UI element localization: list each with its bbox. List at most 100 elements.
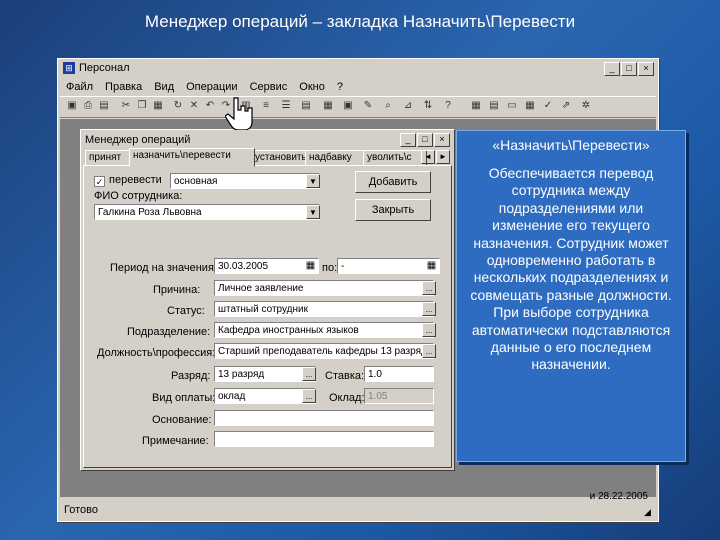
note-label: Примечание:	[142, 435, 209, 447]
menu-view[interactable]: Вид	[154, 79, 174, 95]
copy-icon[interactable]: ❐	[136, 100, 148, 112]
grid-icon[interactable]: ▦	[470, 100, 482, 112]
help-icon[interactable]: ?	[442, 100, 454, 112]
add-button[interactable]: Добавить	[355, 171, 431, 193]
format-icon[interactable]: ▤	[300, 100, 312, 112]
rate-field[interactable]: 1.0	[364, 366, 434, 382]
status-text: Готово	[64, 504, 98, 516]
dialog-close-button[interactable]: ×	[434, 133, 450, 147]
reason-field[interactable]: Личное заявление	[214, 280, 434, 296]
menu-edit[interactable]: Правка	[105, 79, 142, 95]
resize-grip-icon[interactable]: ◢	[644, 507, 654, 517]
dialog-titlebar: Менеджер операций _ □ ×	[83, 132, 452, 148]
fio-select[interactable]: Галкина Роза Львовна	[94, 204, 320, 220]
paste-icon[interactable]: ▦	[152, 100, 164, 112]
grade-label: Разряд:	[171, 370, 211, 382]
tab-bonus[interactable]: надбавку	[305, 150, 367, 166]
paytype-label: Вид оплаты:	[152, 392, 216, 404]
save-icon[interactable]: ▣	[66, 100, 78, 112]
position-ellipsis-button[interactable]: ...	[422, 344, 436, 358]
callout-box: «Назначить\Перевести» Обеспечивается пер…	[456, 130, 686, 462]
close-button[interactable]: ×	[638, 62, 654, 76]
maximize-button[interactable]: □	[621, 62, 637, 76]
translate-label: перевести	[109, 174, 162, 186]
translate-checkbox[interactable]: ✓	[94, 176, 105, 187]
app-icon: ⊞	[63, 62, 75, 74]
position-field[interactable]: Старший преподаватель кафедры 13 разряд	[214, 343, 434, 359]
translate-dropdown-icon[interactable]: ▼	[306, 174, 320, 188]
tab-assign-transfer[interactable]: назначить\перевести	[129, 148, 255, 167]
undo-icon[interactable]: ↶	[204, 100, 216, 112]
statusbar: Готово и 28.22.2005 ◢	[60, 491, 656, 519]
search-icon[interactable]: ⌕	[382, 100, 394, 112]
settings-icon[interactable]: ✲	[580, 100, 592, 112]
export-icon[interactable]: ⇗	[560, 100, 572, 112]
tab-hire[interactable]: принят	[85, 150, 135, 166]
menu-service[interactable]: Сервис	[250, 79, 288, 95]
minimize-button[interactable]: _	[604, 62, 620, 76]
reason-ellipsis-button[interactable]: ...	[422, 281, 436, 295]
tab-dismiss[interactable]: уволить\с	[363, 150, 427, 166]
slide-title: Менеджер операций – закладка Назначить\П…	[144, 12, 576, 31]
paytype-ellipsis-button[interactable]: ...	[302, 389, 316, 403]
translate-select[interactable]: основная	[170, 173, 320, 189]
tab-set[interactable]: установить	[251, 150, 309, 166]
calendar-icon[interactable]: ▦	[304, 259, 317, 272]
hand-cursor-icon	[225, 97, 253, 130]
calendar-icon[interactable]: ▦	[524, 100, 536, 112]
filter-icon[interactable]: ⊿	[402, 100, 414, 112]
align-icon[interactable]: ≡	[260, 100, 272, 112]
department-field[interactable]: Кафедра иностранных языков	[214, 322, 434, 338]
tab-scroll-right-button[interactable]: ►	[436, 150, 450, 164]
dialog-minimize-button[interactable]: _	[400, 133, 416, 147]
grade-field[interactable]: 13 разряд	[214, 366, 316, 382]
department-ellipsis-button[interactable]: ...	[422, 323, 436, 337]
app-titlebar: ⊞ Персонал _ □ ×	[60, 61, 656, 77]
dialog-maximize-button[interactable]: □	[417, 133, 433, 147]
calendar-icon[interactable]: ▦	[425, 259, 438, 272]
period-label: Период на значения:	[110, 262, 217, 274]
folder-icon[interactable]: ▭	[506, 100, 518, 112]
reason-label: Причина:	[153, 284, 201, 296]
status-ellipsis-button[interactable]: ...	[422, 302, 436, 316]
menu-window[interactable]: Окно	[299, 79, 325, 95]
list-icon[interactable]: ☰	[280, 100, 292, 112]
menu-file[interactable]: Файл	[66, 79, 93, 95]
sort-icon[interactable]: ⇅	[422, 100, 434, 112]
basis-label: Основание:	[152, 414, 212, 426]
app-title: Персонал	[79, 62, 130, 74]
preview-icon[interactable]: ▤	[98, 100, 110, 112]
callout-body: Обеспечивается перевод сотрудника между …	[470, 165, 672, 373]
edit-icon[interactable]: ✎	[362, 100, 374, 112]
cut-icon[interactable]: ✂	[120, 100, 132, 112]
check-icon[interactable]: ✓	[542, 100, 554, 112]
basis-field[interactable]	[214, 410, 434, 426]
menu-operations[interactable]: Операции	[186, 79, 237, 95]
print-icon[interactable]: ⎙	[82, 100, 94, 112]
fio-dropdown-icon[interactable]: ▼	[306, 205, 320, 219]
table-icon[interactable]: ▦	[322, 100, 334, 112]
department-label: Подразделение:	[127, 326, 211, 338]
status-date: и 28.22.2005	[589, 491, 648, 502]
status-field[interactable]: штатный сотрудник	[214, 301, 434, 317]
insert-icon[interactable]: ▣	[342, 100, 354, 112]
position-label: Должность\профессия:	[97, 347, 216, 359]
rate-label: Ставка:	[325, 370, 365, 382]
operations-manager-dialog: Менеджер операций _ □ × принят назначить…	[80, 129, 455, 471]
callout-title: «Назначить\Перевести»	[492, 137, 650, 153]
delete-icon[interactable]: ✕	[188, 100, 200, 112]
paytype-field[interactable]: оклад	[214, 388, 316, 404]
close-dialog-button[interactable]: Закрыть	[355, 199, 431, 221]
menu-help[interactable]: ?	[337, 79, 343, 95]
note-field[interactable]	[214, 431, 434, 447]
tab-scroll-left-button[interactable]: ◄	[421, 150, 435, 164]
tab-strip: принят назначить\перевести установить на…	[83, 148, 452, 167]
status-label: Статус:	[167, 305, 205, 317]
grade-ellipsis-button[interactable]: ...	[302, 367, 316, 381]
salary-label: Оклад:	[329, 392, 365, 404]
assign-transfer-panel: ✓ перевести основная ▼ ФИО сотрудника: Г…	[83, 165, 452, 468]
refresh-icon[interactable]: ↻	[172, 100, 184, 112]
report-icon[interactable]: ▤	[488, 100, 500, 112]
salary-field: 1.05	[364, 388, 434, 404]
toolbar: ▣ ⎙ ▤ ✂ ❐ ▦ ↻ ✕ ↶ ↷ ▥ ≡ ☰ ▤ ▦ ▣ ✎ ⌕ ⊿ ⇅ …	[60, 96, 656, 118]
